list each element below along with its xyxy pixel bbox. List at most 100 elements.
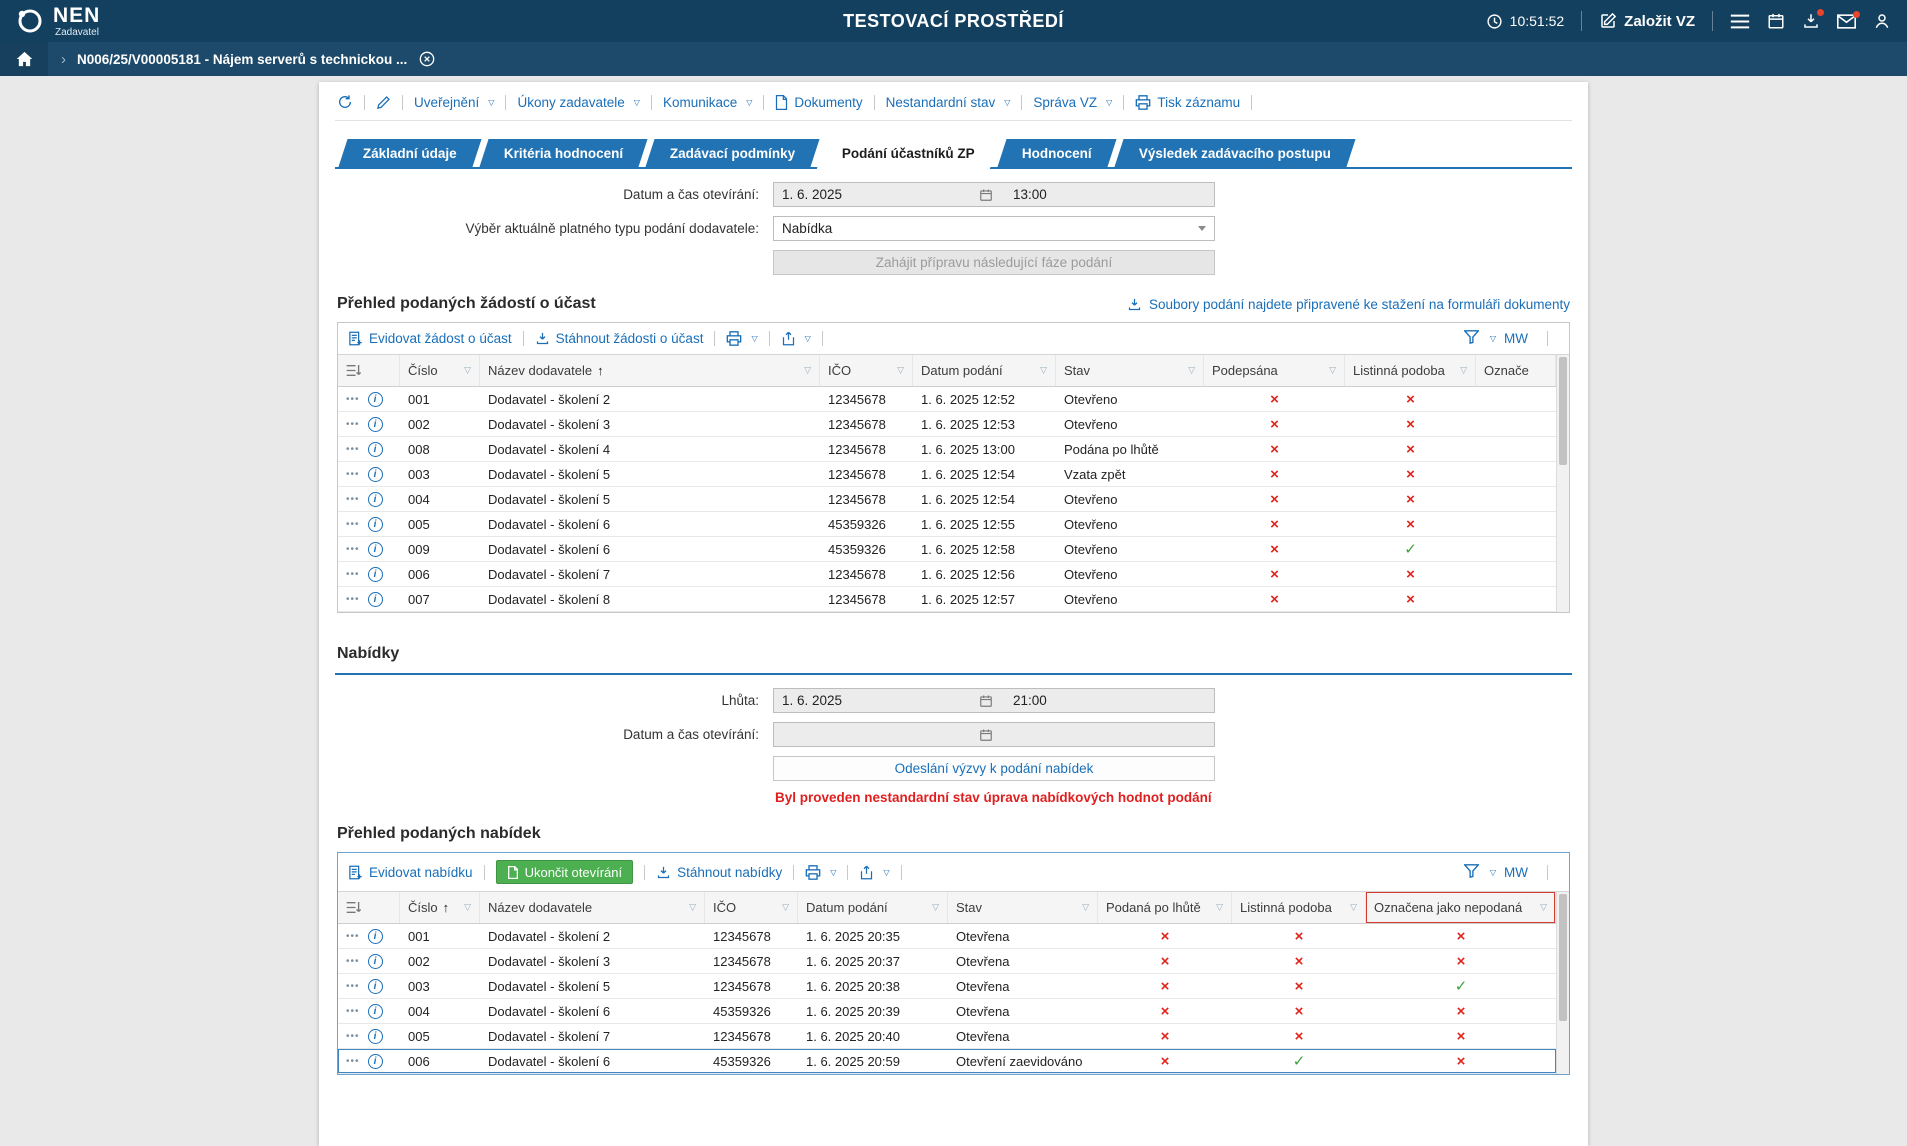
filter-icon[interactable]: ▽ <box>804 365 811 376</box>
create-vz-button[interactable]: Založit VZ <box>1599 12 1695 30</box>
filter-icon[interactable]: ▽ <box>1460 365 1467 376</box>
column-ico[interactable]: IČO▽ <box>705 892 798 923</box>
row-info-icon[interactable]: i <box>368 392 383 407</box>
nen-logo[interactable]: NEN Zadavatel <box>16 5 100 38</box>
row-menu-icon[interactable]: ••• <box>346 444 360 455</box>
zadost-table-row[interactable]: ••• i 004 Dodavatel - školení 5 12345678… <box>338 487 1556 512</box>
row-info-icon[interactable]: i <box>368 417 383 432</box>
calendar-icon[interactable] <box>979 728 993 742</box>
zadost-table-row[interactable]: ••• i 006 Dodavatel - školení 7 12345678… <box>338 562 1556 587</box>
export-table-button[interactable]: ▽ <box>781 331 811 346</box>
column-datum-podani[interactable]: Datum podání▽ <box>798 892 948 923</box>
row-menu-icon[interactable]: ••• <box>346 1056 360 1067</box>
row-info-icon[interactable]: i <box>368 929 383 944</box>
row-info-icon[interactable]: i <box>368 1004 383 1019</box>
zadost-table-row[interactable]: ••• i 002 Dodavatel - školení 3 12345678… <box>338 412 1556 437</box>
evidovat-nabidku-button[interactable]: Evidovat nabídku <box>348 865 473 880</box>
filter-button[interactable] <box>1464 330 1479 347</box>
export-table-button[interactable]: ▽ <box>859 865 889 880</box>
column-stav[interactable]: Stav▽ <box>948 892 1098 923</box>
calendar-icon[interactable] <box>979 694 993 708</box>
column-selector[interactable] <box>338 355 400 386</box>
filter-icon[interactable]: ▽ <box>1350 902 1357 913</box>
scrollbar-thumb[interactable] <box>1559 894 1567 1021</box>
soubory-podani-link[interactable]: Soubory podání najdete připravené ke sta… <box>1127 297 1570 312</box>
komunikace-menu[interactable]: Komunikace▽ <box>663 95 752 110</box>
sprava-vz-menu[interactable]: Správa VZ▽ <box>1033 95 1112 110</box>
nestandardni-stav-menu[interactable]: Nestandardní stav▽ <box>886 95 1011 110</box>
filter-icon[interactable]: ▽ <box>689 902 696 913</box>
typ-podani-select[interactable]: Nabídka <box>773 216 1215 241</box>
zadost-table-row[interactable]: ••• i 003 Dodavatel - školení 5 12345678… <box>338 462 1556 487</box>
nabidka-table-row[interactable]: ••• i 003 Dodavatel - školení 5 12345678… <box>338 974 1556 999</box>
nabidka-table-row[interactable]: ••• i 006 Dodavatel - školení 6 45359326… <box>338 1049 1556 1074</box>
column-podepsana[interactable]: Podepsána▽ <box>1204 355 1345 386</box>
column-ico[interactable]: IČO▽ <box>820 355 913 386</box>
otevirani-datetime-field-empty[interactable] <box>773 722 1215 747</box>
filter-icon[interactable]: ▽ <box>1188 365 1195 376</box>
row-menu-icon[interactable]: ••• <box>346 569 360 580</box>
column-oznacena-jako-nepodana[interactable]: Označena jako nepodaná▽ <box>1366 892 1556 923</box>
otevirani-datetime-field[interactable]: 1. 6. 2025 13:00 <box>773 182 1215 207</box>
row-menu-icon[interactable]: ••• <box>346 1031 360 1042</box>
scrollbar-thumb[interactable] <box>1559 357 1567 465</box>
dokumenty-button[interactable]: Dokumenty <box>775 95 862 110</box>
row-info-icon[interactable]: i <box>368 954 383 969</box>
table-scrollbar[interactable] <box>1556 892 1569 1074</box>
filter-icon[interactable]: ▽ <box>1082 902 1089 913</box>
table-scrollbar[interactable] <box>1556 355 1569 612</box>
tab-zadavaci-podminky[interactable]: Zadávací podmínky <box>645 139 819 167</box>
filter-icon[interactable]: ▽ <box>932 902 939 913</box>
row-menu-icon[interactable]: ••• <box>346 956 360 967</box>
downloads-button[interactable] <box>1802 12 1820 30</box>
column-datum-podani[interactable]: Datum podání▽ <box>913 355 1056 386</box>
row-info-icon[interactable]: i <box>368 567 383 582</box>
print-table-button[interactable]: ▽ <box>805 865 836 880</box>
odeslani-vyzvy-button[interactable]: Odeslání výzvy k podání nabídek <box>773 756 1215 781</box>
column-cislo[interactable]: Číslo▽ <box>400 355 480 386</box>
row-info-icon[interactable]: i <box>368 542 383 557</box>
column-stav[interactable]: Stav▽ <box>1056 355 1204 386</box>
row-info-icon[interactable]: i <box>368 1029 383 1044</box>
row-menu-icon[interactable]: ••• <box>346 981 360 992</box>
filter-icon[interactable]: ▽ <box>464 365 471 376</box>
row-info-icon[interactable]: i <box>368 1054 383 1069</box>
filter-icon[interactable]: ▽ <box>1040 365 1047 376</box>
row-menu-icon[interactable]: ••• <box>346 469 360 480</box>
row-menu-icon[interactable]: ••• <box>346 544 360 555</box>
filter-icon[interactable]: ▽ <box>1540 902 1547 913</box>
row-menu-icon[interactable]: ••• <box>346 419 360 430</box>
ukony-zadavatele-menu[interactable]: Úkony zadavatele▽ <box>517 95 639 110</box>
row-menu-icon[interactable]: ••• <box>346 519 360 530</box>
column-podana-po-lhute[interactable]: Podaná po lhůtě▽ <box>1098 892 1232 923</box>
calendar-button[interactable] <box>1767 12 1785 30</box>
tab-zakladni-udaje[interactable]: Základní údaje <box>338 139 481 167</box>
nabidka-table-row[interactable]: ••• i 001 Dodavatel - školení 2 12345678… <box>338 924 1556 949</box>
nabidka-table-row[interactable]: ••• i 005 Dodavatel - školení 7 12345678… <box>338 1024 1556 1049</box>
ukoncit-otevirani-button[interactable]: Ukončit otevírání <box>496 860 634 884</box>
row-info-icon[interactable]: i <box>368 517 383 532</box>
zadost-table-row[interactable]: ••• i 009 Dodavatel - školení 6 45359326… <box>338 537 1556 562</box>
column-nazev-dodavatele[interactable]: Název dodavatele▽ <box>480 892 705 923</box>
zadost-table-row[interactable]: ••• i 001 Dodavatel - školení 2 12345678… <box>338 387 1556 412</box>
messages-button[interactable] <box>1837 14 1856 29</box>
row-menu-icon[interactable]: ••• <box>346 594 360 605</box>
zahajit-pripravu-button[interactable]: Zahájit přípravu následující fáze podání <box>773 250 1215 275</box>
edit-button[interactable] <box>376 95 391 110</box>
filter-icon[interactable]: ▽ <box>1329 365 1336 376</box>
row-info-icon[interactable]: i <box>368 592 383 607</box>
stahnout-nabidky-button[interactable]: Stáhnout nabídky <box>656 865 782 880</box>
filter-icon[interactable]: ▽ <box>782 902 789 913</box>
column-oznacena[interactable]: Označe <box>1476 355 1556 386</box>
lhuta-datetime-field[interactable]: 1. 6. 2025 21:00 <box>773 688 1215 713</box>
zadost-table-row[interactable]: ••• i 007 Dodavatel - školení 8 12345678… <box>338 587 1556 612</box>
evidovat-zadost-button[interactable]: Evidovat žádost o účast <box>348 331 512 346</box>
row-menu-icon[interactable]: ••• <box>346 1006 360 1017</box>
home-button[interactable] <box>0 42 48 76</box>
calendar-icon[interactable] <box>979 188 993 202</box>
menu-button[interactable] <box>1730 14 1750 29</box>
user-button[interactable] <box>1873 12 1891 30</box>
filter-icon[interactable]: ▽ <box>897 365 904 376</box>
mw-link[interactable]: MW <box>1504 331 1528 346</box>
row-info-icon[interactable]: i <box>368 467 383 482</box>
